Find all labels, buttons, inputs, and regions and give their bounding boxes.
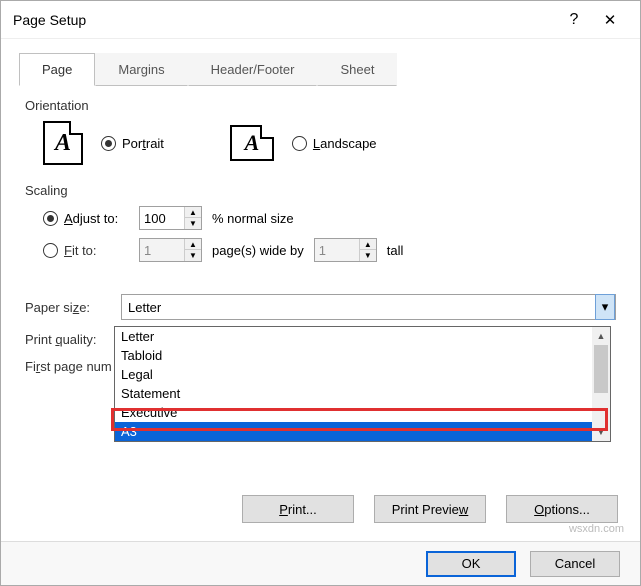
dropdown-scrollbar[interactable]: ▲ ▼ — [592, 327, 610, 441]
options-button[interactable]: Options... — [506, 495, 618, 523]
portrait-radio[interactable]: Portrait — [101, 136, 164, 151]
adjust-to-label: Adjust to: — [64, 211, 118, 226]
landscape-radio-label: Landscape — [313, 136, 377, 151]
window-title: Page Setup — [13, 12, 556, 28]
print-preview-button[interactable]: Print Preview — [374, 495, 486, 523]
orientation-label: Orientation — [25, 98, 616, 113]
option-legal[interactable]: Legal — [115, 365, 610, 384]
portrait-icon: A — [43, 121, 83, 165]
paper-size-label: Paper size: — [25, 300, 121, 315]
spinner-up-icon[interactable]: ▲ — [185, 207, 201, 218]
first-page-label: First page num — [25, 359, 121, 374]
cancel-button[interactable]: Cancel — [530, 551, 620, 577]
dropdown-button[interactable]: ▾ — [595, 294, 615, 320]
spinner-down-icon[interactable]: ▼ — [185, 250, 201, 261]
spinner-up-icon[interactable]: ▲ — [185, 239, 201, 250]
option-statement[interactable]: Statement — [115, 384, 610, 403]
tab-strip: Page Margins Header/Footer Sheet — [19, 53, 640, 86]
title-bar: Page Setup ? ✕ — [1, 1, 640, 39]
tab-page[interactable]: Page — [19, 53, 95, 86]
fit-tall-suffix: tall — [387, 243, 404, 258]
watermark: wsxdn.com — [569, 523, 624, 535]
portrait-radio-label: Portrait — [122, 136, 164, 151]
tab-margins[interactable]: Margins — [95, 53, 187, 86]
tab-header-footer[interactable]: Header/Footer — [188, 53, 318, 86]
landscape-icon: A — [230, 125, 274, 161]
paper-size-dropdown[interactable]: Letter Tabloid Legal Statement Executive… — [114, 326, 611, 442]
scroll-down-icon[interactable]: ▼ — [592, 423, 610, 441]
adjust-to-spinner[interactable]: ▲▼ — [139, 206, 202, 230]
scroll-up-icon[interactable]: ▲ — [592, 327, 610, 345]
fit-tall-input[interactable] — [315, 239, 359, 261]
chevron-down-icon: ▾ — [602, 299, 609, 315]
bottom-button-bar: OK Cancel — [1, 541, 640, 585]
paper-size-select[interactable]: Letter ▾ — [121, 294, 616, 320]
close-button[interactable]: ✕ — [592, 11, 628, 29]
tab-sheet[interactable]: Sheet — [317, 53, 397, 86]
spinner-down-icon[interactable]: ▼ — [360, 250, 376, 261]
fit-tall-spinner[interactable]: ▲▼ — [314, 238, 377, 262]
print-quality-label: Print quality: — [25, 332, 121, 347]
spinner-down-icon[interactable]: ▼ — [185, 218, 201, 229]
ok-button[interactable]: OK — [426, 551, 516, 577]
option-letter[interactable]: Letter — [115, 327, 610, 346]
adjust-to-suffix: % normal size — [212, 211, 294, 226]
fit-wide-suffix: page(s) wide by — [212, 243, 304, 258]
fit-to-label: Fit to: — [64, 243, 97, 258]
option-tabloid[interactable]: Tabloid — [115, 346, 610, 365]
fit-wide-input[interactable] — [140, 239, 184, 261]
print-button[interactable]: Print... — [242, 495, 354, 523]
scaling-label: Scaling — [25, 183, 616, 198]
landscape-radio[interactable]: Landscape — [292, 136, 377, 151]
fit-wide-spinner[interactable]: ▲▼ — [139, 238, 202, 262]
scroll-thumb[interactable] — [594, 345, 608, 393]
spinner-up-icon[interactable]: ▲ — [360, 239, 376, 250]
fit-to-radio[interactable]: Fit to: — [43, 243, 129, 258]
help-button[interactable]: ? — [556, 11, 592, 29]
adjust-to-input[interactable] — [140, 207, 184, 229]
option-a3[interactable]: A3 — [115, 422, 610, 441]
option-executive[interactable]: Executive — [115, 403, 610, 422]
adjust-to-radio[interactable]: Adjust to: — [43, 211, 129, 226]
paper-size-value: Letter — [128, 300, 161, 315]
